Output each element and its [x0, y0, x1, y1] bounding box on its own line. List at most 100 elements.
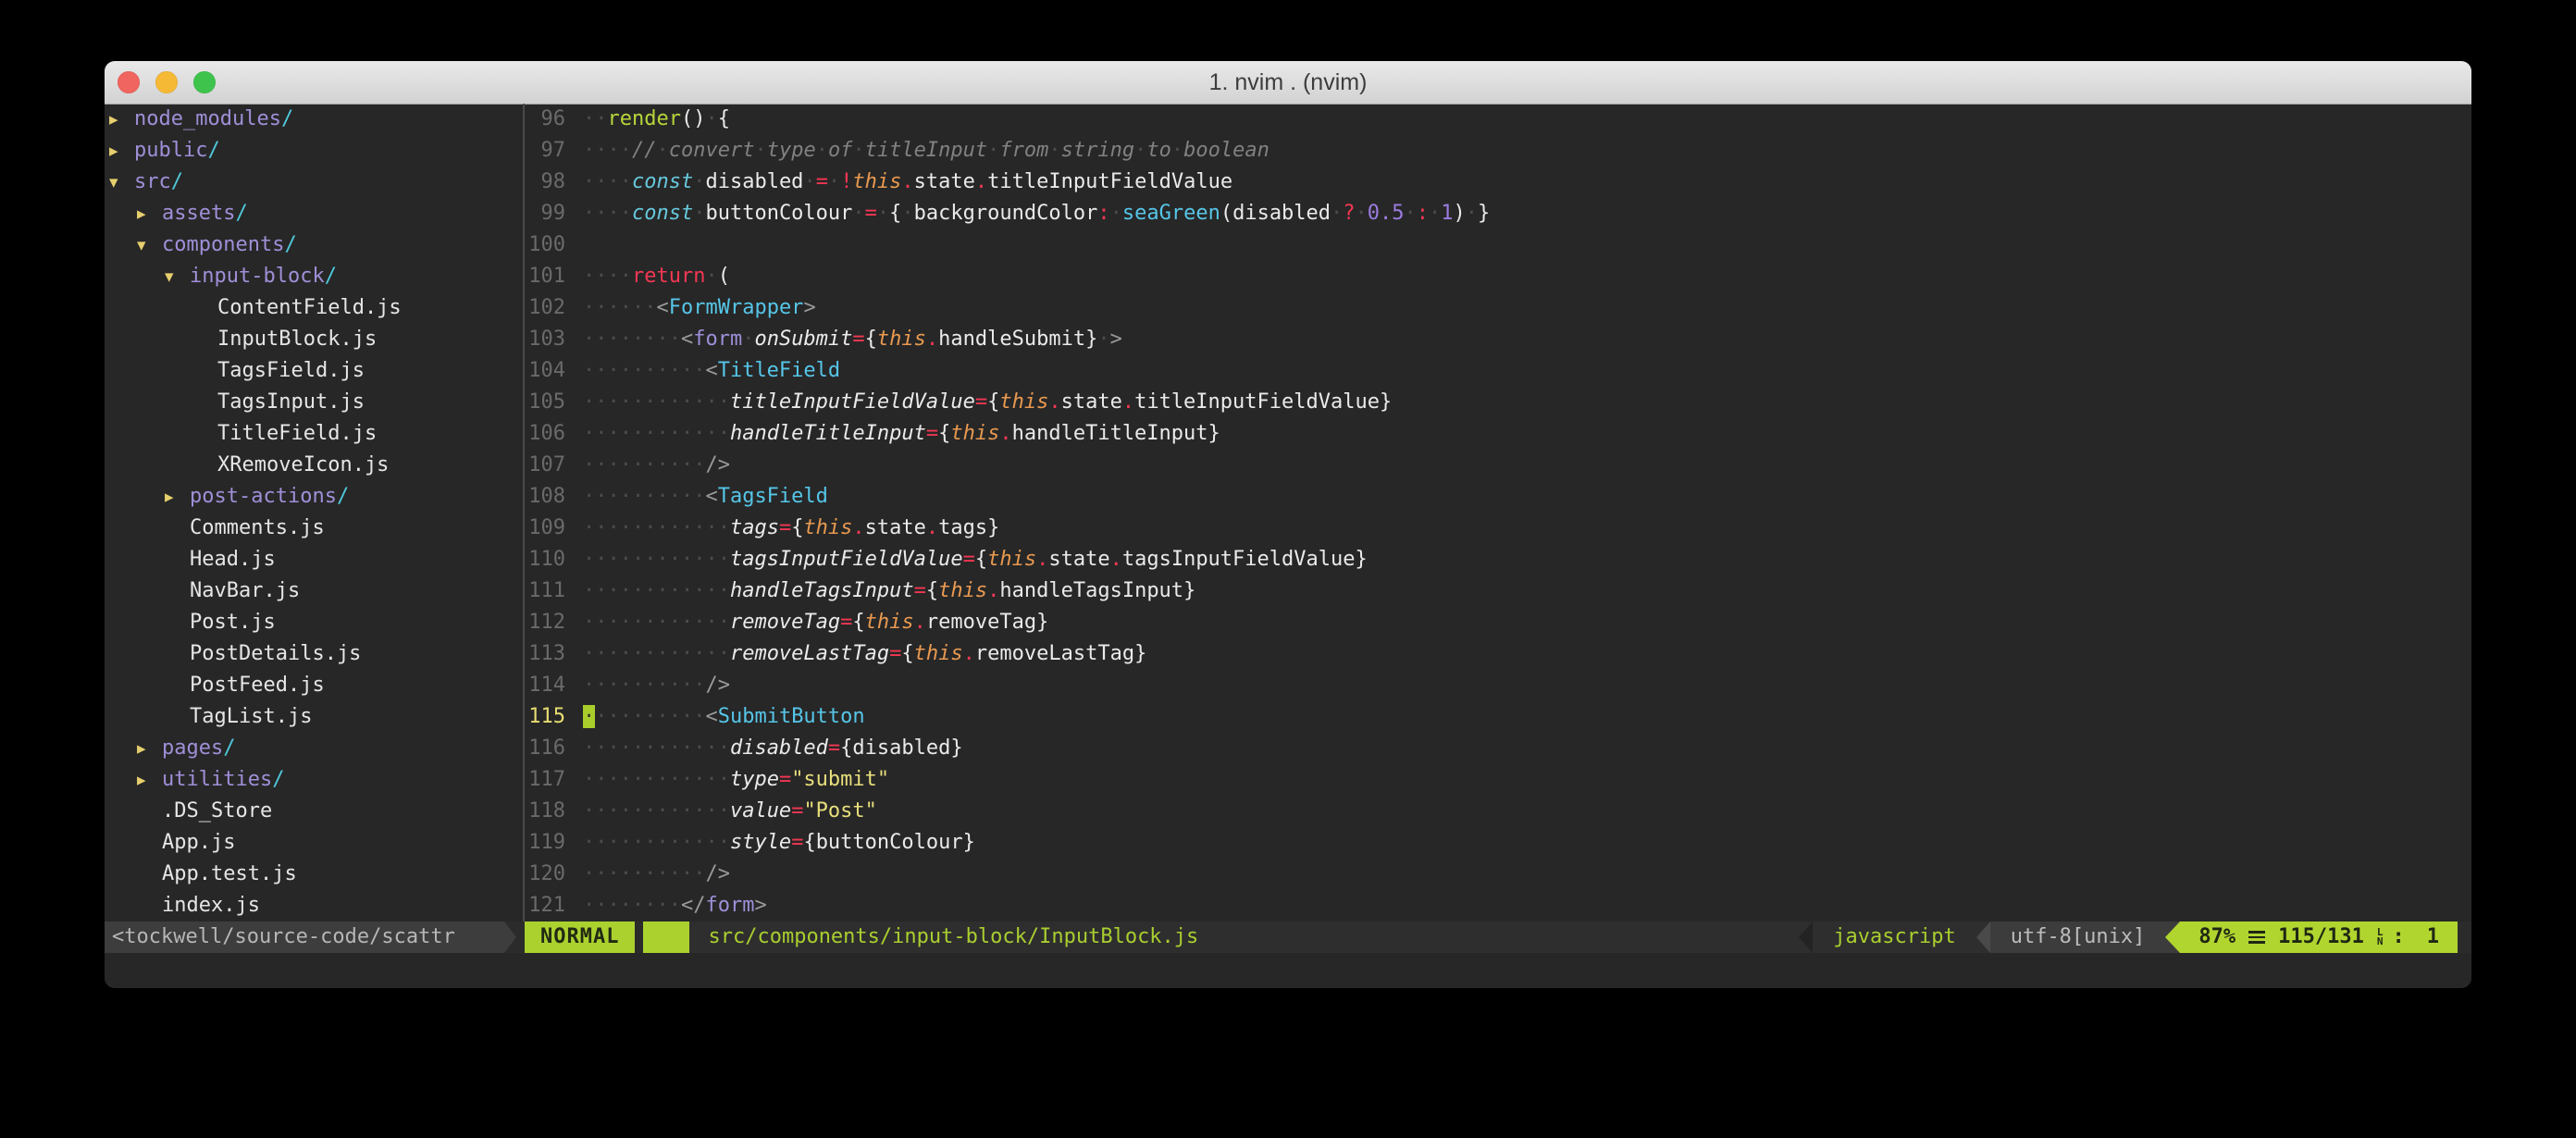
tree-item[interactable]: ▾src/ [105, 167, 523, 198]
code-token: . [852, 516, 864, 539]
whitespace-dots: · [693, 202, 705, 225]
code-line[interactable]: 98····const·disabled·=·!this.state.title… [525, 167, 2471, 198]
file-name: TagsInput.js [217, 387, 365, 418]
expanded-arrow-icon[interactable]: ▾ [165, 261, 190, 292]
tree-item[interactable]: TagsInput.js [105, 387, 523, 418]
code-line[interactable]: 111············handleTagsInput={this.han… [525, 575, 2471, 607]
code-line[interactable]: 105············titleInputFieldValue={thi… [525, 387, 2471, 418]
tree-item[interactable]: ▸pages/ [105, 733, 523, 764]
file-name: Post.js [190, 607, 276, 638]
code-line[interactable]: 109············tags={this.state.tags} [525, 513, 2471, 544]
code-line[interactable]: 117············type="submit" [525, 764, 2471, 796]
code-text: ············removeTag={this.removeTag} [583, 607, 1048, 638]
code-line[interactable]: 120··········/> [525, 859, 2471, 890]
whitespace-dots: · [901, 202, 913, 225]
tree-item[interactable]: ▸post-actions/ [105, 481, 523, 513]
tree-item[interactable]: Head.js [105, 544, 523, 575]
tree-item[interactable]: InputBlock.js [105, 324, 523, 355]
code-line[interactable]: 110············tagsInputFieldValue={this… [525, 544, 2471, 575]
tree-item[interactable]: Post.js [105, 607, 523, 638]
code-token: titleInput [865, 139, 987, 162]
collapsed-arrow-icon[interactable]: ▸ [109, 104, 134, 135]
line-number: 106 [525, 418, 565, 450]
powerline-arrow-icon [2165, 922, 2180, 953]
command-line[interactable] [105, 953, 2471, 988]
code-line[interactable]: 112············removeTag={this.removeTag… [525, 607, 2471, 638]
window-titlebar[interactable]: 1. nvim . (nvim) [105, 61, 2471, 105]
code-line[interactable]: 119············style={buttonColour} [525, 827, 2471, 859]
tree-item[interactable]: ▸assets/ [105, 198, 523, 229]
code-token: . [1110, 548, 1122, 571]
code-line[interactable]: 115··········<SubmitButton [525, 701, 2471, 733]
file-name: PostFeed.js [190, 670, 325, 701]
code-token: < [656, 296, 668, 319]
tree-item[interactable]: ▸node_modules/ [105, 104, 523, 135]
tree-item[interactable]: App.test.js [105, 859, 523, 890]
code-token: : [1097, 202, 1109, 225]
code-line[interactable]: 97····//·convert·type·of·titleInput·from… [525, 135, 2471, 167]
code-editor[interactable]: 96··render()·{97····//·convert·type·of·t… [525, 104, 2471, 922]
code-token: } [950, 736, 962, 760]
tree-item[interactable]: TitleField.js [105, 418, 523, 450]
code-line[interactable]: 118············value="Post" [525, 796, 2471, 827]
expanded-arrow-icon[interactable]: ▾ [137, 229, 162, 261]
code-text: ········</form> [583, 890, 767, 922]
expanded-arrow-icon[interactable]: ▾ [109, 167, 134, 198]
tree-item[interactable]: ▾components/ [105, 229, 523, 261]
collapsed-arrow-icon[interactable]: ▸ [137, 764, 162, 796]
code-line[interactable]: 121········</form> [525, 890, 2471, 922]
code-line[interactable]: 96··render()·{ [525, 104, 2471, 135]
desktop-background: 1. nvim . (nvim) ▸node_modules/▸public/▾… [0, 0, 2576, 1138]
tree-item[interactable]: index.js [105, 890, 523, 922]
code-line[interactable]: 108··········<TagsField [525, 481, 2471, 513]
tree-item[interactable]: ▸utilities/ [105, 764, 523, 796]
code-line[interactable]: 103········<form·onSubmit={this.handleSu… [525, 324, 2471, 355]
tree-item[interactable]: Comments.js [105, 513, 523, 544]
tree-item[interactable]: PostDetails.js [105, 638, 523, 670]
collapsed-arrow-icon[interactable]: ▸ [165, 481, 190, 513]
code-token: } [963, 831, 975, 854]
tree-item[interactable]: ▾input-block/ [105, 261, 523, 292]
code-line[interactable]: 114··········/> [525, 670, 2471, 701]
tree-item[interactable]: ContentField.js [105, 292, 523, 324]
code-token: this [999, 390, 1048, 414]
whitespace-dots: ············ [583, 390, 730, 414]
tree-item[interactable]: NavBar.js [105, 575, 523, 607]
code-line[interactable]: 104··········<TitleField [525, 355, 2471, 387]
code-line[interactable]: 100 [525, 229, 2471, 261]
code-line[interactable]: 102······<FormWrapper> [525, 292, 2471, 324]
tree-item[interactable]: TagsField.js [105, 355, 523, 387]
collapsed-arrow-icon[interactable]: ▸ [137, 198, 162, 229]
vim-mode-badge: NORMAL [525, 922, 635, 953]
code-token: { [987, 390, 999, 414]
tree-item[interactable]: .DS_Store [105, 796, 523, 827]
code-line[interactable]: 116············disabled={disabled} [525, 733, 2471, 764]
code-line[interactable]: 113············removeLastTag={this.remov… [525, 638, 2471, 670]
whitespace-dots: · [1466, 202, 1478, 225]
collapsed-arrow-icon[interactable]: ▸ [109, 135, 134, 167]
code-text: ············type="submit" [583, 764, 889, 796]
code-token: style [730, 831, 791, 854]
tree-item[interactable]: PostFeed.js [105, 670, 523, 701]
collapsed-arrow-icon[interactable]: ▸ [137, 733, 162, 764]
whitespace-dots: ·········· [583, 453, 705, 476]
tree-item[interactable]: XRemoveIcon.js [105, 450, 523, 481]
code-line[interactable]: 101····return·( [525, 261, 2471, 292]
code-line[interactable]: 107··········/> [525, 450, 2471, 481]
code-token: return [632, 265, 705, 288]
tree-item[interactable]: TagList.js [105, 701, 523, 733]
code-token: const [632, 170, 693, 193]
tree-item[interactable]: App.js [105, 827, 523, 859]
code-token: = [963, 548, 975, 571]
tree-item[interactable]: ▸public/ [105, 135, 523, 167]
code-line[interactable]: 106············handleTitleInput={this.ha… [525, 418, 2471, 450]
line-number: 107 [525, 450, 565, 481]
code-line[interactable]: 99····const·buttonColour·=·{·backgroundC… [525, 198, 2471, 229]
code-token: this [865, 611, 914, 634]
status-bar: <tockwell/source-code/scattr NORMAL src/… [105, 922, 2471, 953]
code-text: ··········<SubmitButton [583, 701, 865, 733]
line-number: 102 [525, 292, 565, 324]
code-token: handleSubmit [938, 328, 1085, 351]
directory-name: pages [162, 733, 223, 764]
line-number: 111 [525, 575, 565, 607]
